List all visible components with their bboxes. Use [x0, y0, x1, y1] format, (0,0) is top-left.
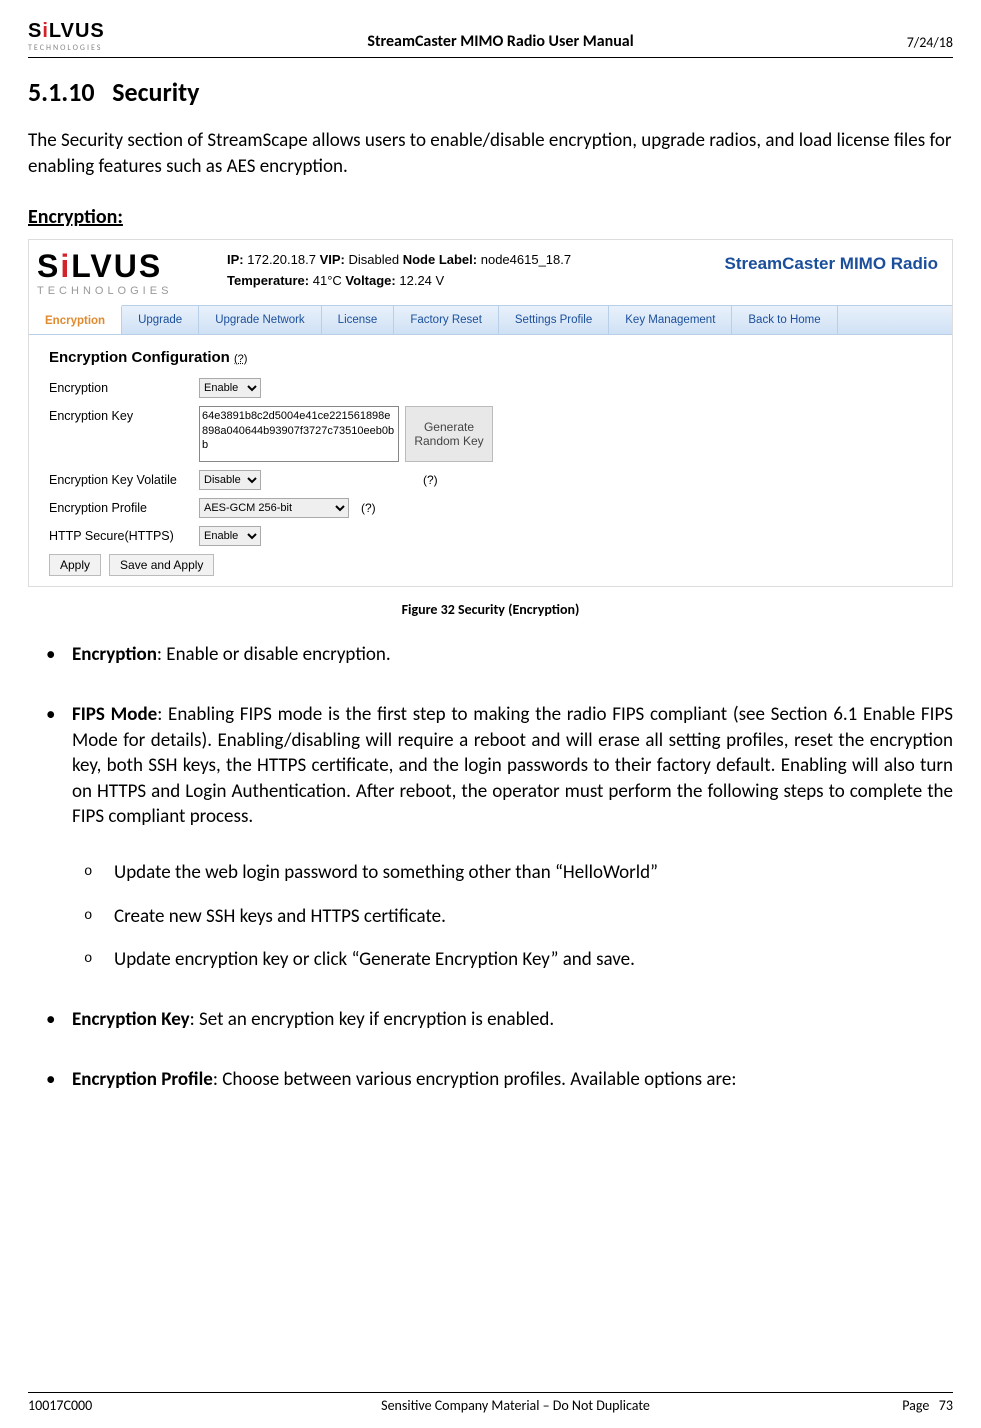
app-logo-sub: TECHNOLOGIES	[37, 285, 227, 297]
bullet-encryption-profile: Encryption Profile: Choose between vario…	[72, 1067, 953, 1093]
page-header: SiLVUS TECHNOLOGIES StreamCaster MIMO Ra…	[28, 20, 953, 58]
section-heading: 5.1.10 Security	[28, 76, 953, 108]
form-title-text: Encryption Configuration	[49, 349, 230, 366]
header-logo: SiLVUS TECHNOLOGIES	[28, 20, 138, 55]
bullet-encryption: Encryption: Enable or disable encryption…	[72, 642, 953, 668]
vip-value: Disabled	[348, 252, 399, 267]
temp-value: 41°C	[313, 273, 342, 288]
https-select[interactable]: Enable	[199, 526, 261, 546]
volt-label: Voltage:	[345, 273, 395, 288]
bullet-rest: : Set an encryption key if encryption is…	[190, 1008, 555, 1031]
bullet-list: Encryption: Enable or disable encryption…	[28, 642, 953, 1092]
ip-label: IP:	[227, 252, 244, 267]
footer-page-num: 73	[939, 1397, 953, 1414]
save-apply-button[interactable]: Save and Apply	[109, 554, 214, 576]
https-label: HTTP Secure(HTTPS)	[49, 526, 199, 543]
volatile-label: Encryption Key Volatile	[49, 470, 199, 487]
section-title: Security	[112, 76, 199, 108]
bullet-term: Encryption Profile	[72, 1068, 213, 1091]
page-footer: 10017C000 Sensitive Company Material – D…	[28, 1392, 953, 1414]
section-number: 5.1.10	[28, 76, 95, 108]
generate-random-key-button[interactable]: Generate Random Key	[405, 406, 493, 462]
profile-label: Encryption Profile	[49, 498, 199, 515]
subheading-encryption: Encryption:	[28, 205, 953, 229]
bullet-term: FIPS Mode	[72, 703, 157, 726]
fips-sublist: Update the web login password to somethi…	[72, 860, 953, 973]
profile-select[interactable]: AES-GCM 256-bit	[199, 498, 349, 518]
app-panel: SiLVUS TECHNOLOGIES IP: 172.20.18.7 VIP:…	[28, 239, 953, 587]
tab-settings-profile[interactable]: Settings Profile	[499, 306, 609, 334]
header-title: StreamCaster MIMO Radio User Manual	[138, 32, 863, 55]
app-status: IP: 172.20.18.7 VIP: Disabled Node Label…	[227, 248, 725, 294]
footer-page-label: Page	[902, 1397, 929, 1414]
volatile-help-icon[interactable]: (?)	[417, 470, 438, 487]
bullet-rest: : Enabling FIPS mode is the first step t…	[72, 703, 953, 829]
bullet-term: Encryption Key	[72, 1008, 190, 1031]
tab-license[interactable]: License	[322, 306, 395, 334]
footer-notice: Sensitive Company Material – Do Not Dupl…	[168, 1397, 863, 1414]
app-brand: StreamCaster MIMO Radio	[725, 248, 945, 274]
fips-step-3: Update encryption key or click “Generate…	[114, 947, 953, 973]
tab-upgrade[interactable]: Upgrade	[122, 306, 199, 334]
profile-help-icon[interactable]: (?)	[355, 498, 376, 515]
header-date: 7/24/18	[863, 34, 953, 55]
app-topbar: SiLVUS TECHNOLOGIES IP: 172.20.18.7 VIP:…	[29, 240, 952, 305]
tab-key-management[interactable]: Key Management	[609, 306, 732, 334]
bullet-rest: : Choose between various encryption prof…	[213, 1068, 737, 1091]
fips-step-2: Create new SSH keys and HTTPS certificat…	[114, 904, 953, 930]
logo-subtext: TECHNOLOGIES	[28, 43, 138, 53]
volt-value: 12.24 V	[399, 273, 444, 288]
form-title: Encryption Configuration (?)	[49, 349, 942, 366]
ip-value: 172.20.18.7	[247, 252, 316, 267]
encryption-select[interactable]: Enable	[199, 378, 261, 398]
temp-label: Temperature:	[227, 273, 309, 288]
help-icon[interactable]: (?)	[234, 353, 247, 365]
encryption-key-input[interactable]	[199, 406, 399, 462]
bullet-term: Encryption	[72, 643, 157, 666]
logo-text: SiLVUS	[28, 20, 138, 43]
vip-label: VIP:	[320, 252, 345, 267]
node-label-label: Node Label:	[403, 252, 477, 267]
bullet-rest: : Enable or disable encryption.	[157, 643, 391, 666]
footer-docnum: 10017C000	[28, 1397, 168, 1414]
volatile-select[interactable]: Disable	[199, 470, 261, 490]
tab-factory-reset[interactable]: Factory Reset	[394, 306, 499, 334]
tab-back-home[interactable]: Back to Home	[732, 306, 837, 334]
form-area: Encryption Configuration (?) Encryption …	[29, 335, 952, 586]
node-label-value: node4615_18.7	[481, 252, 571, 267]
footer-page: Page 73	[863, 1397, 953, 1414]
bullet-fips-mode: FIPS Mode: Enabling FIPS mode is the fir…	[72, 702, 953, 973]
encryption-label: Encryption	[49, 378, 199, 395]
section-intro: The Security section of StreamScape allo…	[28, 128, 953, 179]
tab-encryption[interactable]: Encryption	[29, 305, 122, 334]
tab-bar: Encryption Upgrade Upgrade Network Licen…	[29, 305, 952, 335]
figure-caption: Figure 32 Security (Encryption)	[28, 601, 953, 618]
tab-upgrade-network[interactable]: Upgrade Network	[199, 306, 321, 334]
app-logo: SiLVUS TECHNOLOGIES	[37, 248, 227, 297]
apply-button[interactable]: Apply	[49, 554, 101, 576]
bullet-encryption-key: Encryption Key: Set an encryption key if…	[72, 1007, 953, 1033]
encryption-key-label: Encryption Key	[49, 406, 199, 423]
fips-step-1: Update the web login password to somethi…	[114, 860, 953, 886]
